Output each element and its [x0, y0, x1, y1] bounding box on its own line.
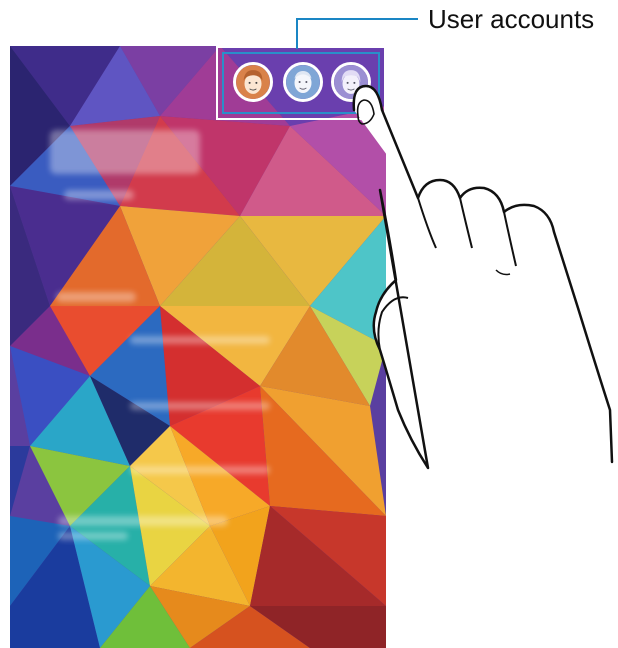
user-accounts-callout-label: User accounts	[428, 4, 595, 34]
lock-screen	[10, 46, 386, 648]
person-icon	[286, 65, 320, 99]
user-account-avatar-1[interactable]	[233, 62, 273, 102]
blurred-owner-info	[56, 292, 136, 302]
blurred-clock	[50, 130, 200, 174]
pointing-hand-icon	[352, 84, 614, 470]
blurred-keypad-row-3	[130, 466, 270, 474]
person-icon	[236, 65, 270, 99]
callout-leader-line	[296, 18, 418, 49]
user-account-avatar-2[interactable]	[283, 62, 323, 102]
blurred-keypad-row-2	[130, 402, 270, 410]
blurred-footer-text	[58, 532, 128, 540]
blurred-date	[64, 190, 134, 200]
blurred-keypad-row-1	[130, 336, 270, 344]
blurred-emergency-call	[58, 516, 228, 526]
